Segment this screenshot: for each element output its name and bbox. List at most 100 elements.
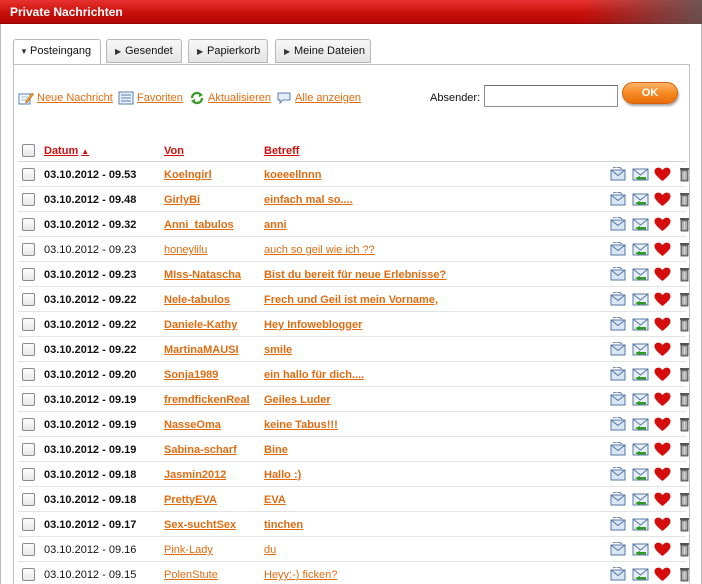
select-all-checkbox[interactable] bbox=[22, 144, 35, 157]
heart-icon[interactable] bbox=[654, 292, 671, 307]
envelope-forward-icon[interactable] bbox=[632, 517, 649, 532]
row-checkbox[interactable] bbox=[22, 293, 35, 306]
envelope-reply-icon[interactable] bbox=[610, 291, 627, 307]
envelope-forward-icon[interactable] bbox=[632, 542, 649, 557]
favorites-link[interactable]: Favoriten bbox=[137, 92, 183, 104]
envelope-reply-icon[interactable] bbox=[610, 166, 627, 182]
message-sender-link[interactable]: MartinaMAUSI bbox=[164, 344, 239, 356]
heart-icon[interactable] bbox=[654, 367, 671, 382]
envelope-forward-icon[interactable] bbox=[632, 217, 649, 232]
table-row[interactable]: 03.10.2012 - 09.32 Anni_tabulos anni bbox=[18, 212, 689, 237]
heart-icon[interactable] bbox=[654, 567, 671, 582]
row-checkbox[interactable] bbox=[22, 418, 35, 431]
envelope-reply-icon[interactable] bbox=[610, 316, 627, 332]
envelope-reply-icon[interactable] bbox=[610, 391, 627, 407]
trash-icon[interactable] bbox=[676, 217, 693, 232]
table-row[interactable]: 03.10.2012 - 09.15 PolenStute Heyy:-) fick… bbox=[18, 562, 689, 584]
heart-icon[interactable] bbox=[654, 167, 671, 182]
trash-icon[interactable] bbox=[676, 567, 693, 582]
heart-icon[interactable] bbox=[654, 517, 671, 532]
message-subject-link[interactable]: Bist du bereit für neue Erlebnisse? bbox=[264, 269, 446, 281]
tab-gesendet[interactable]: ▶ Gesendet bbox=[106, 39, 182, 63]
tab-meine-dateien[interactable]: ▶ Meine Dateien bbox=[275, 39, 371, 63]
message-sender-link[interactable]: Jasmin2012 bbox=[164, 469, 226, 481]
message-subject-link[interactable]: Hallo :) bbox=[264, 469, 301, 481]
message-sender-link[interactable]: Sabina-scharf bbox=[164, 444, 237, 456]
message-subject-link[interactable]: ein hallo für dich.... bbox=[264, 369, 364, 381]
table-row[interactable]: 03.10.2012 - 09.23 MIss-Natascha Bist du b… bbox=[18, 262, 689, 287]
heart-icon[interactable] bbox=[654, 417, 671, 432]
message-sender-link[interactable]: Pink-Lady bbox=[164, 544, 213, 556]
heart-icon[interactable] bbox=[654, 392, 671, 407]
column-header-subject[interactable]: Betreff bbox=[264, 145, 299, 157]
envelope-forward-icon[interactable] bbox=[632, 292, 649, 307]
trash-icon[interactable] bbox=[676, 392, 693, 407]
table-row[interactable]: 03.10.2012 - 09.23 honeylilu auch so geil … bbox=[18, 237, 689, 262]
message-sender-link[interactable]: GirlyBi bbox=[164, 194, 200, 206]
envelope-reply-icon[interactable] bbox=[610, 566, 627, 582]
message-sender-link[interactable]: Daniele-Kathy bbox=[164, 319, 237, 331]
trash-icon[interactable] bbox=[676, 467, 693, 482]
show-all-button[interactable]: Alle anzeigen bbox=[276, 91, 361, 105]
trash-icon[interactable] bbox=[676, 267, 693, 282]
row-checkbox[interactable] bbox=[22, 393, 35, 406]
message-subject-link[interactable]: anni bbox=[264, 219, 287, 231]
envelope-reply-icon[interactable] bbox=[610, 341, 627, 357]
trash-icon[interactable] bbox=[676, 542, 693, 557]
envelope-reply-icon[interactable] bbox=[610, 241, 627, 257]
refresh-link[interactable]: Aktualisieren bbox=[208, 92, 271, 104]
row-checkbox[interactable] bbox=[22, 268, 35, 281]
trash-icon[interactable] bbox=[676, 442, 693, 457]
envelope-forward-icon[interactable] bbox=[632, 367, 649, 382]
tab-posteingang[interactable]: ▼ Posteingang bbox=[13, 39, 101, 65]
message-subject-link[interactable]: auch so geil wie ich ?? bbox=[264, 244, 375, 256]
message-subject-link[interactable]: Bine bbox=[264, 444, 288, 456]
row-checkbox[interactable] bbox=[22, 368, 35, 381]
message-sender-link[interactable]: honeylilu bbox=[164, 244, 207, 256]
heart-icon[interactable] bbox=[654, 342, 671, 357]
envelope-forward-icon[interactable] bbox=[632, 417, 649, 432]
heart-icon[interactable] bbox=[654, 467, 671, 482]
envelope-reply-icon[interactable] bbox=[610, 416, 627, 432]
message-sender-link[interactable]: PolenStute bbox=[164, 569, 218, 581]
envelope-forward-icon[interactable] bbox=[632, 242, 649, 257]
heart-icon[interactable] bbox=[654, 317, 671, 332]
ok-button[interactable]: OK bbox=[622, 82, 678, 104]
envelope-forward-icon[interactable] bbox=[632, 567, 649, 582]
table-row[interactable]: 03.10.2012 - 09.20 Sonja1989 ein hallo für… bbox=[18, 362, 689, 387]
message-subject-link[interactable]: koeeellnnn bbox=[264, 169, 321, 181]
message-sender-link[interactable]: NasseOma bbox=[164, 419, 221, 431]
show-all-link[interactable]: Alle anzeigen bbox=[295, 92, 361, 104]
envelope-reply-icon[interactable] bbox=[610, 441, 627, 457]
trash-icon[interactable] bbox=[676, 517, 693, 532]
trash-icon[interactable] bbox=[676, 342, 693, 357]
trash-icon[interactable] bbox=[676, 242, 693, 257]
envelope-forward-icon[interactable] bbox=[632, 392, 649, 407]
message-subject-link[interactable]: du bbox=[264, 544, 276, 556]
envelope-forward-icon[interactable] bbox=[632, 342, 649, 357]
envelope-reply-icon[interactable] bbox=[610, 516, 627, 532]
row-checkbox[interactable] bbox=[22, 243, 35, 256]
table-row[interactable]: 03.10.2012 - 09.18 PrettyEVA EVA bbox=[18, 487, 689, 512]
favorites-button[interactable]: Favoriten bbox=[118, 91, 183, 105]
message-subject-link[interactable]: Hey Infoweblogger bbox=[264, 319, 362, 331]
row-checkbox[interactable] bbox=[22, 318, 35, 331]
message-sender-link[interactable]: fremdfickenReal bbox=[164, 394, 250, 406]
message-subject-link[interactable]: Frech und Geil ist mein Vorname, bbox=[264, 294, 438, 306]
message-subject-link[interactable]: Geiles Luder bbox=[264, 394, 331, 406]
message-subject-link[interactable]: EVA bbox=[264, 494, 286, 506]
trash-icon[interactable] bbox=[676, 167, 693, 182]
trash-icon[interactable] bbox=[676, 367, 693, 382]
row-checkbox[interactable] bbox=[22, 443, 35, 456]
table-row[interactable]: 03.10.2012 - 09.22 Nele-tabulos Frech und … bbox=[18, 287, 689, 312]
envelope-reply-icon[interactable] bbox=[610, 366, 627, 382]
row-checkbox[interactable] bbox=[22, 343, 35, 356]
table-row[interactable]: 03.10.2012 - 09.53 Koelngirl koeeellnnn bbox=[18, 162, 689, 187]
envelope-forward-icon[interactable] bbox=[632, 167, 649, 182]
table-row[interactable]: 03.10.2012 - 09.17 Sex-suchtSex tinchen bbox=[18, 512, 689, 537]
table-row[interactable]: 03.10.2012 - 09.19 Sabina-scharf Bine bbox=[18, 437, 689, 462]
tab-papierkorb[interactable]: ▶ Papierkorb bbox=[188, 39, 268, 63]
row-checkbox[interactable] bbox=[22, 218, 35, 231]
heart-icon[interactable] bbox=[654, 492, 671, 507]
envelope-reply-icon[interactable] bbox=[610, 541, 627, 557]
